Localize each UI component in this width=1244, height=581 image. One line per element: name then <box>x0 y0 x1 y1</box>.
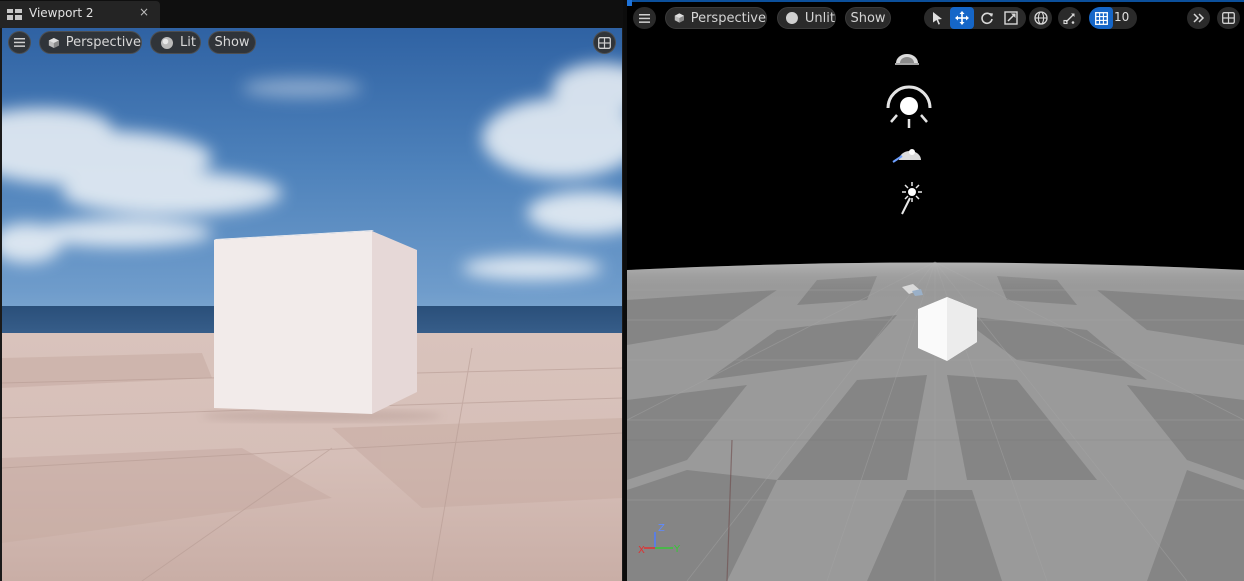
translate-tool-button[interactable] <box>950 7 974 29</box>
select-tool-button[interactable] <box>925 7 949 29</box>
viewport-options-button[interactable] <box>8 31 31 54</box>
perspective-dropdown[interactable]: Perspective <box>665 7 767 29</box>
perspective-label: Perspective <box>690 10 766 26</box>
hamburger-icon <box>14 38 25 47</box>
lit-viewport[interactable]: Perspective Lit Show <box>2 28 622 581</box>
perspective-dropdown[interactable]: Perspective <box>39 31 142 54</box>
unlit-label: Unlit <box>804 10 835 26</box>
lit-sphere-icon <box>161 36 173 49</box>
active-viewport-corner <box>627 0 632 6</box>
grid-snap-icon <box>1094 11 1108 25</box>
chevron-double-right-icon <box>1192 13 1204 23</box>
hamburger-icon <box>639 13 650 23</box>
rotate-icon <box>981 12 993 25</box>
layout-grid-icon <box>598 36 611 49</box>
scale-tool-button[interactable] <box>999 7 1023 29</box>
show-label: Show <box>850 10 886 26</box>
select-icon <box>933 12 942 25</box>
toolbar-overflow-button[interactable] <box>1187 7 1210 29</box>
transform-tools <box>924 7 1026 29</box>
tab-bar: Viewport 2 × <box>0 0 623 28</box>
grid-snap-toggle[interactable] <box>1089 7 1113 29</box>
tab-title: Viewport 2 <box>29 6 94 20</box>
surface-snap-icon <box>1063 13 1075 24</box>
grid-snap-value[interactable]: 10 <box>1114 10 1129 24</box>
viewport-2-panel: Viewport 2 × Perspective Lit Show <box>0 0 623 581</box>
world-icon <box>1033 11 1048 25</box>
show-dropdown[interactable]: Show <box>845 7 891 29</box>
lit-scene <box>2 28 622 581</box>
editor-window: Viewport 2 × Perspective Lit Show Z Y X … <box>0 0 1244 581</box>
active-viewport-accent <box>627 0 1244 2</box>
show-label: Show <box>214 35 250 50</box>
perspective-label: Perspective <box>65 35 141 50</box>
translate-icon <box>955 11 969 25</box>
gizmo-z-label: Z <box>658 523 665 534</box>
lit-label: Lit <box>180 35 196 50</box>
surface-snap-button[interactable] <box>1058 7 1081 29</box>
coordinate-system-button[interactable] <box>1029 7 1052 29</box>
gizmo-y-label: Y <box>673 544 681 555</box>
viewport-layout-button[interactable] <box>593 31 616 54</box>
scale-icon <box>1004 11 1018 25</box>
unlit-viewport-panel: Z Y X Perspective Unlit Show 10 <box>627 0 1244 581</box>
unlit-scene: Z Y X <box>627 0 1244 581</box>
viewport-2-tab[interactable]: Viewport 2 × <box>0 1 160 28</box>
viewport-options-button[interactable] <box>633 7 656 29</box>
layout-grid-icon <box>1222 12 1235 24</box>
view-mode-dropdown[interactable]: Lit <box>150 31 201 54</box>
viewport-tab-icon <box>7 9 22 20</box>
unlit-viewport[interactable]: Z Y X Perspective Unlit Show 10 <box>627 0 1244 581</box>
view-mode-dropdown[interactable]: Unlit <box>777 7 836 29</box>
viewport-layout-button[interactable] <box>1217 7 1240 29</box>
perspective-cube-icon <box>674 13 684 23</box>
rotate-tool-button[interactable] <box>975 7 999 29</box>
perspective-cube-icon <box>48 37 59 48</box>
unlit-sphere-icon <box>785 12 798 24</box>
gizmo-x-label: X <box>638 545 645 556</box>
grid-snap-group: 10 <box>1089 7 1137 29</box>
close-tab-button[interactable]: × <box>139 5 149 19</box>
show-dropdown[interactable]: Show <box>208 31 256 54</box>
